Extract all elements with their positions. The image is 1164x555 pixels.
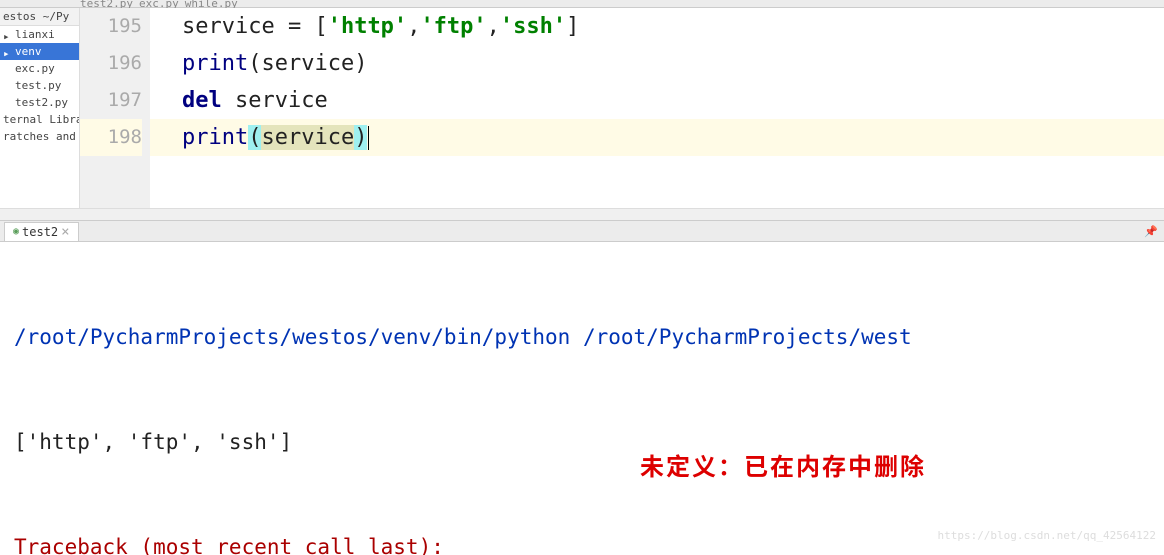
python-file-icon — [3, 81, 13, 91]
code-line[interactable]: del service — [150, 82, 1164, 119]
tab-while[interactable]: while.py — [185, 0, 238, 7]
editor-pane: estos ~/Py ▸lianxi ▸venv exc.py test.py … — [0, 8, 1164, 208]
code-line[interactable]: service = ['http','ftp','ssh'] — [150, 8, 1164, 45]
code-line[interactable]: print(service) — [150, 45, 1164, 82]
sidebar-item-exc[interactable]: exc.py — [0, 60, 79, 77]
horizontal-scrollbar[interactable] — [0, 208, 1164, 220]
console-output: ['http', 'ftp', 'ssh'] — [14, 425, 1160, 460]
watermark: https://blog.csdn.net/qq_42564122 — [937, 518, 1156, 553]
project-sidebar: estos ~/Py ▸lianxi ▸venv exc.py test.py … — [0, 8, 80, 208]
code-area[interactable]: service = ['http','ftp','ssh']print(serv… — [150, 8, 1164, 208]
sidebar-item-external-libs[interactable]: ternal Librar — [0, 111, 79, 128]
sidebar-item-test2[interactable]: test2.py — [0, 94, 79, 111]
editor-tabs-bar: test2.py exc.py while.py — [0, 0, 1164, 8]
console-command: /root/PycharmProjects/westos/venv/bin/py… — [14, 320, 1160, 355]
folder-icon: ▸ — [3, 30, 13, 40]
annotation-text: 未定义：已在内存中删除 — [640, 447, 926, 482]
line-number: 197 — [80, 82, 142, 119]
sidebar-item-scratches[interactable]: ratches and — [0, 128, 79, 145]
line-number: 195 — [80, 8, 142, 45]
sidebar-item-test[interactable]: test.py — [0, 77, 79, 94]
sidebar-item-lianxi[interactable]: ▸lianxi — [0, 26, 79, 43]
code-line[interactable]: print(service) — [150, 119, 1164, 156]
code-editor[interactable]: 195 196 197 198 service = ['http','ftp',… — [80, 8, 1164, 208]
line-number: 196 — [80, 45, 142, 82]
tab-exc[interactable]: exc.py — [139, 0, 179, 7]
sidebar-project-header[interactable]: estos ~/Py — [0, 8, 79, 26]
folder-icon: ▸ — [3, 47, 13, 57]
tab-test2[interactable]: test2.py — [80, 0, 133, 7]
line-gutter: 195 196 197 198 — [80, 8, 150, 208]
run-console[interactable]: /root/PycharmProjects/westos/venv/bin/py… — [0, 242, 1164, 555]
python-file-icon — [3, 98, 13, 108]
python-file-icon: ◉ — [13, 226, 19, 237]
run-tab-test2[interactable]: ◉ test2 × — [4, 222, 79, 241]
line-number: 198 — [80, 119, 142, 156]
run-tab-label: test2 — [22, 225, 58, 239]
sidebar-item-venv[interactable]: ▸venv — [0, 43, 79, 60]
close-icon[interactable]: × — [61, 224, 69, 240]
python-file-icon — [3, 64, 13, 74]
run-tool-tab-bar: ◉ test2 × 📌 — [0, 220, 1164, 242]
pin-icon[interactable]: 📌 — [1144, 225, 1158, 238]
